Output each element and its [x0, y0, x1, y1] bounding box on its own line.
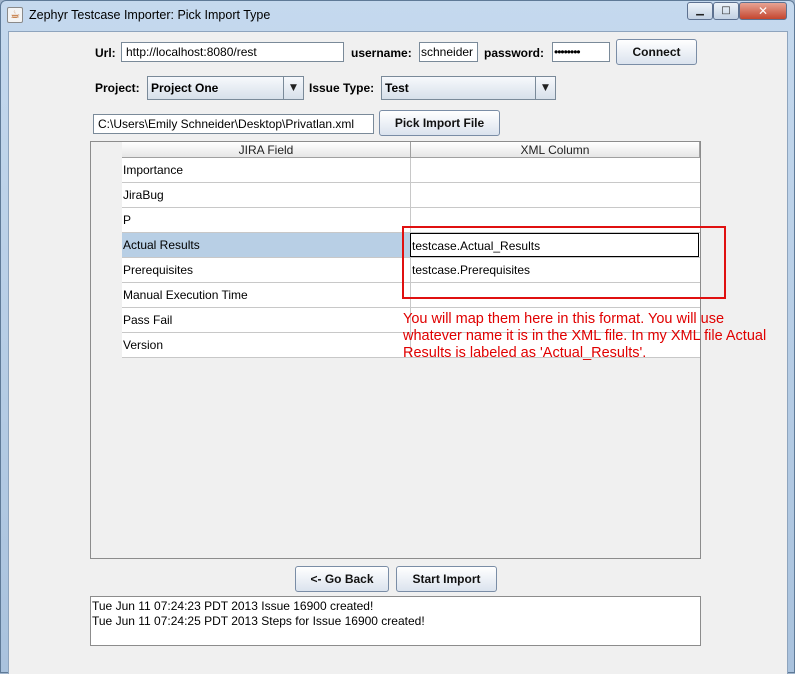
jira-field-cell[interactable]: P [122, 208, 411, 232]
table-row[interactable]: Prerequisites testcase.Prerequisites [122, 258, 700, 283]
jira-field-cell[interactable]: JiraBug [122, 183, 411, 207]
jira-field-cell[interactable]: Prerequisites [122, 258, 411, 282]
table-row-selected[interactable]: Actual Results testcase.Actual_Results [122, 233, 700, 258]
jira-field-cell[interactable]: Importance [122, 158, 411, 182]
window-title: Zephyr Testcase Importer: Pick Import Ty… [29, 8, 271, 22]
java-cup-icon: ☕ [7, 7, 23, 23]
close-button[interactable]: ✕ [739, 2, 787, 20]
minimize-button[interactable]: ▁ [687, 2, 713, 20]
log-line: Tue Jun 11 07:24:25 PDT 2013 Steps for I… [92, 614, 425, 628]
xml-column-cell[interactable] [411, 183, 700, 207]
xml-column-cell[interactable] [411, 208, 700, 232]
project-select-value: Project One [151, 81, 219, 95]
title-bar[interactable]: ☕ Zephyr Testcase Importer: Pick Import … [1, 1, 794, 31]
chevron-down-icon[interactable]: ▼ [535, 77, 555, 99]
xml-column-cell[interactable] [411, 158, 700, 182]
table-empty-area [122, 358, 700, 558]
issue-type-select-value: Test [385, 81, 409, 95]
table-row[interactable]: JiraBug [122, 183, 700, 208]
table-row[interactable]: P [122, 208, 700, 233]
jira-field-cell[interactable]: Manual Execution Time [122, 283, 411, 307]
maximize-button[interactable]: □ [713, 2, 739, 20]
jira-field-cell[interactable]: Actual Results [122, 233, 411, 257]
column-header-jira-field[interactable]: JIRA Field [122, 142, 411, 158]
table-row[interactable]: Manual Execution Time [122, 283, 700, 308]
jira-field-cell[interactable]: Version [122, 333, 411, 357]
issue-type-select[interactable]: Test ▼ [381, 76, 556, 100]
password-label: password: [484, 46, 545, 60]
project-select[interactable]: Project One ▼ [147, 76, 304, 100]
row-header-column [91, 142, 122, 558]
username-input[interactable]: schneider [419, 42, 478, 62]
annotation-note: You will map them here in this format. Y… [403, 311, 767, 361]
log-output[interactable]: Tue Jun 11 07:24:23 PDT 2013 Issue 16900… [90, 596, 701, 646]
chevron-down-icon[interactable]: ▼ [283, 77, 303, 99]
password-input[interactable]: •••••••• [552, 42, 610, 62]
go-back-button[interactable]: <- Go Back [295, 566, 389, 592]
xml-column-cell[interactable] [411, 283, 700, 307]
start-import-button[interactable]: Start Import [396, 566, 497, 592]
url-label: Url: [95, 46, 116, 60]
connect-button[interactable]: Connect [616, 39, 697, 65]
file-path-input[interactable]: C:\Users\Emily Schneider\Desktop\Privatl… [93, 114, 374, 134]
project-label: Project: [95, 81, 140, 95]
username-label: username: [351, 46, 412, 60]
column-header-xml-column[interactable]: XML Column [411, 142, 700, 158]
issue-type-label: Issue Type: [309, 81, 375, 95]
log-line: Tue Jun 11 07:24:23 PDT 2013 Issue 16900… [92, 599, 374, 613]
url-input[interactable]: http://localhost:8080/rest [121, 42, 344, 62]
pick-import-file-button[interactable]: Pick Import File [379, 110, 500, 136]
jira-field-cell[interactable]: Pass Fail [122, 308, 411, 332]
table-row[interactable]: Importance [122, 158, 700, 183]
xml-column-cell-editor[interactable]: testcase.Actual_Results [410, 233, 699, 257]
xml-column-cell[interactable]: testcase.Prerequisites [411, 258, 700, 282]
